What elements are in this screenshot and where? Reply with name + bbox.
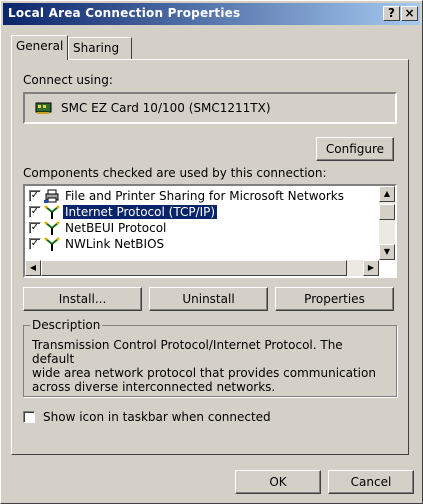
component-checkbox[interactable]: ✓	[29, 190, 41, 202]
printer-network-icon	[44, 189, 59, 203]
tab-general-label: General	[16, 39, 64, 53]
close-icon: ×	[404, 6, 415, 20]
title-bar[interactable]: Local Area Connection Properties ? ×	[3, 3, 420, 25]
configure-button[interactable]: Configure	[316, 137, 394, 161]
horizontal-scrollbar[interactable]: ◀ ▶	[25, 260, 379, 276]
taskbar-label: Show icon in taskbar when connected	[43, 410, 271, 424]
connect-using-label: Connect using:	[23, 73, 113, 87]
component-checkbox[interactable]: ✓	[29, 238, 41, 250]
list-item-netbeui[interactable]: ✓ NetBEUI Protocol	[27, 220, 357, 236]
scroll-right-button[interactable]: ▶	[363, 260, 379, 276]
arrow-down-icon: ▼	[383, 247, 391, 256]
network-protocol-icon	[44, 221, 60, 235]
uninstall-button[interactable]: Uninstall	[149, 287, 268, 311]
description-title: Description	[30, 318, 103, 332]
component-label: NetBEUI Protocol	[65, 221, 167, 235]
list-item-file-printer-sharing[interactable]: ✓ File and Printer Sharing for Microsoft…	[27, 188, 357, 204]
arrow-up-icon: ▲	[383, 189, 391, 198]
description-text: Transmission Control Protocol/Internet P…	[32, 338, 388, 394]
install-button[interactable]: Install...	[23, 287, 142, 311]
description-group: Description Transmission Control Protoco…	[23, 318, 397, 397]
adapter-box: SMC EZ Card 10/100 (SMC1211TX)	[23, 92, 397, 124]
properties-window: Local Area Connection Properties ? × Gen…	[0, 0, 423, 504]
help-button[interactable]: ?	[383, 6, 400, 21]
component-checkbox[interactable]: ✓	[29, 206, 41, 218]
network-card-icon	[35, 102, 52, 114]
general-panel: Connect using: SMC EZ Card 10/100 (SMC12…	[11, 59, 409, 455]
cancel-button[interactable]: Cancel	[328, 470, 414, 494]
components-label: Components checked are used by this conn…	[23, 166, 327, 180]
component-label: File and Printer Sharing for Microsoft N…	[65, 189, 344, 203]
arrow-right-icon: ▶	[367, 263, 375, 272]
description-line: across diverse interconnected networks.	[32, 380, 276, 394]
adapter-name: SMC EZ Card 10/100 (SMC1211TX)	[61, 101, 271, 115]
scroll-left-button[interactable]: ◀	[25, 260, 41, 276]
description-line: Transmission Control Protocol/Internet P…	[32, 338, 343, 366]
network-protocol-icon	[44, 237, 60, 251]
vertical-scroll-thumb[interactable]	[379, 204, 395, 220]
properties-button[interactable]: Properties	[275, 287, 394, 311]
close-button[interactable]: ×	[401, 6, 418, 21]
horizontal-scroll-thumb[interactable]	[41, 260, 347, 276]
tab-sharing-label: Sharing	[73, 41, 120, 55]
list-item-nwlink[interactable]: ✓ NWLink NetBIOS	[27, 236, 357, 252]
taskbar-option[interactable]: Show icon in taskbar when connected	[23, 410, 323, 426]
taskbar-checkbox[interactable]	[23, 411, 35, 423]
arrow-left-icon: ◀	[29, 263, 37, 272]
description-line: wide area network protocol that provides…	[32, 366, 376, 380]
help-icon: ?	[388, 6, 395, 20]
window-title: Local Area Connection Properties	[8, 6, 241, 20]
scroll-up-button[interactable]: ▲	[379, 186, 395, 202]
component-label: Internet Protocol (TCP/IP)	[63, 205, 218, 219]
components-list[interactable]: ✓ File and Printer Sharing for Microsoft…	[23, 184, 397, 278]
network-protocol-icon	[44, 205, 60, 219]
component-checkbox[interactable]: ✓	[29, 222, 41, 234]
component-label: NWLink NetBIOS	[65, 237, 165, 251]
tab-sharing[interactable]: Sharing	[68, 37, 132, 59]
scroll-down-button[interactable]: ▼	[379, 244, 395, 260]
list-item-tcp-ip[interactable]: ✓ Internet Protocol (TCP/IP)	[27, 204, 357, 220]
ok-button[interactable]: OK	[235, 470, 321, 494]
vertical-scrollbar[interactable]: ▲ ▼	[379, 186, 395, 260]
tab-general[interactable]: General	[11, 35, 68, 60]
